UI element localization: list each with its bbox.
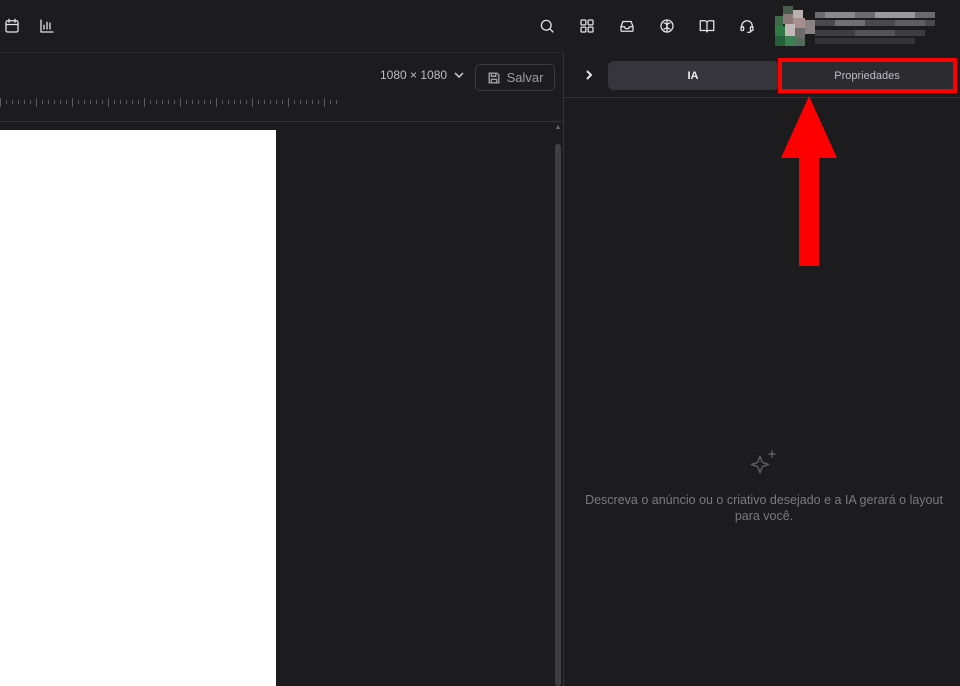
horizontal-ruler (0, 98, 563, 122)
collapse-panel-button[interactable] (580, 66, 598, 84)
sparkles-icon (747, 448, 781, 482)
user-profile[interactable] (775, 4, 955, 48)
headset-icon[interactable] (735, 14, 759, 38)
save-icon (488, 71, 500, 84)
empty-state-message: Descreva o anúncio ou o criativo desejad… (585, 493, 943, 523)
calendar-icon[interactable] (0, 14, 24, 38)
canvas-size-label: 1080 × 1080 (380, 68, 448, 82)
scroll-up-arrow[interactable]: ▲ (554, 124, 562, 132)
vertical-scrollbar[interactable] (555, 144, 561, 686)
panel-header: IA Propriedades (564, 52, 960, 98)
inbox-icon[interactable] (615, 14, 639, 38)
artboard[interactable] (0, 130, 276, 686)
chevron-down-icon (454, 72, 464, 79)
save-label: Salvar (506, 70, 544, 85)
top-bar (0, 0, 960, 52)
canvas-size-select[interactable]: 1080 × 1080 (380, 68, 465, 82)
tab-ia[interactable]: IA (608, 61, 778, 90)
grid-icon[interactable] (575, 14, 599, 38)
ai-empty-state: Descreva o anúncio ou o criativo desejad… (584, 448, 944, 524)
search-icon[interactable] (535, 14, 559, 38)
chevron-right-icon (586, 70, 593, 80)
editor-toolbar: 1080 × 1080 Salvar (0, 52, 563, 98)
canvas-area[interactable]: ▲ (0, 122, 563, 686)
book-icon[interactable] (695, 14, 719, 38)
avatar[interactable] (775, 6, 815, 46)
user-name-blurred (815, 10, 937, 46)
highlight-box (778, 58, 957, 93)
bar-chart-icon[interactable] (35, 14, 59, 38)
save-button[interactable]: Salvar (475, 64, 555, 91)
right-panel: IA Propriedades Descreva o anúncio ou o … (563, 52, 960, 686)
app-root: 1080 × 1080 Salvar ▲ IA Propriedades Des… (0, 0, 960, 686)
ruler-ticks (0, 98, 337, 107)
brain-icon[interactable] (655, 14, 679, 38)
red-arrow-annotation (781, 96, 837, 266)
